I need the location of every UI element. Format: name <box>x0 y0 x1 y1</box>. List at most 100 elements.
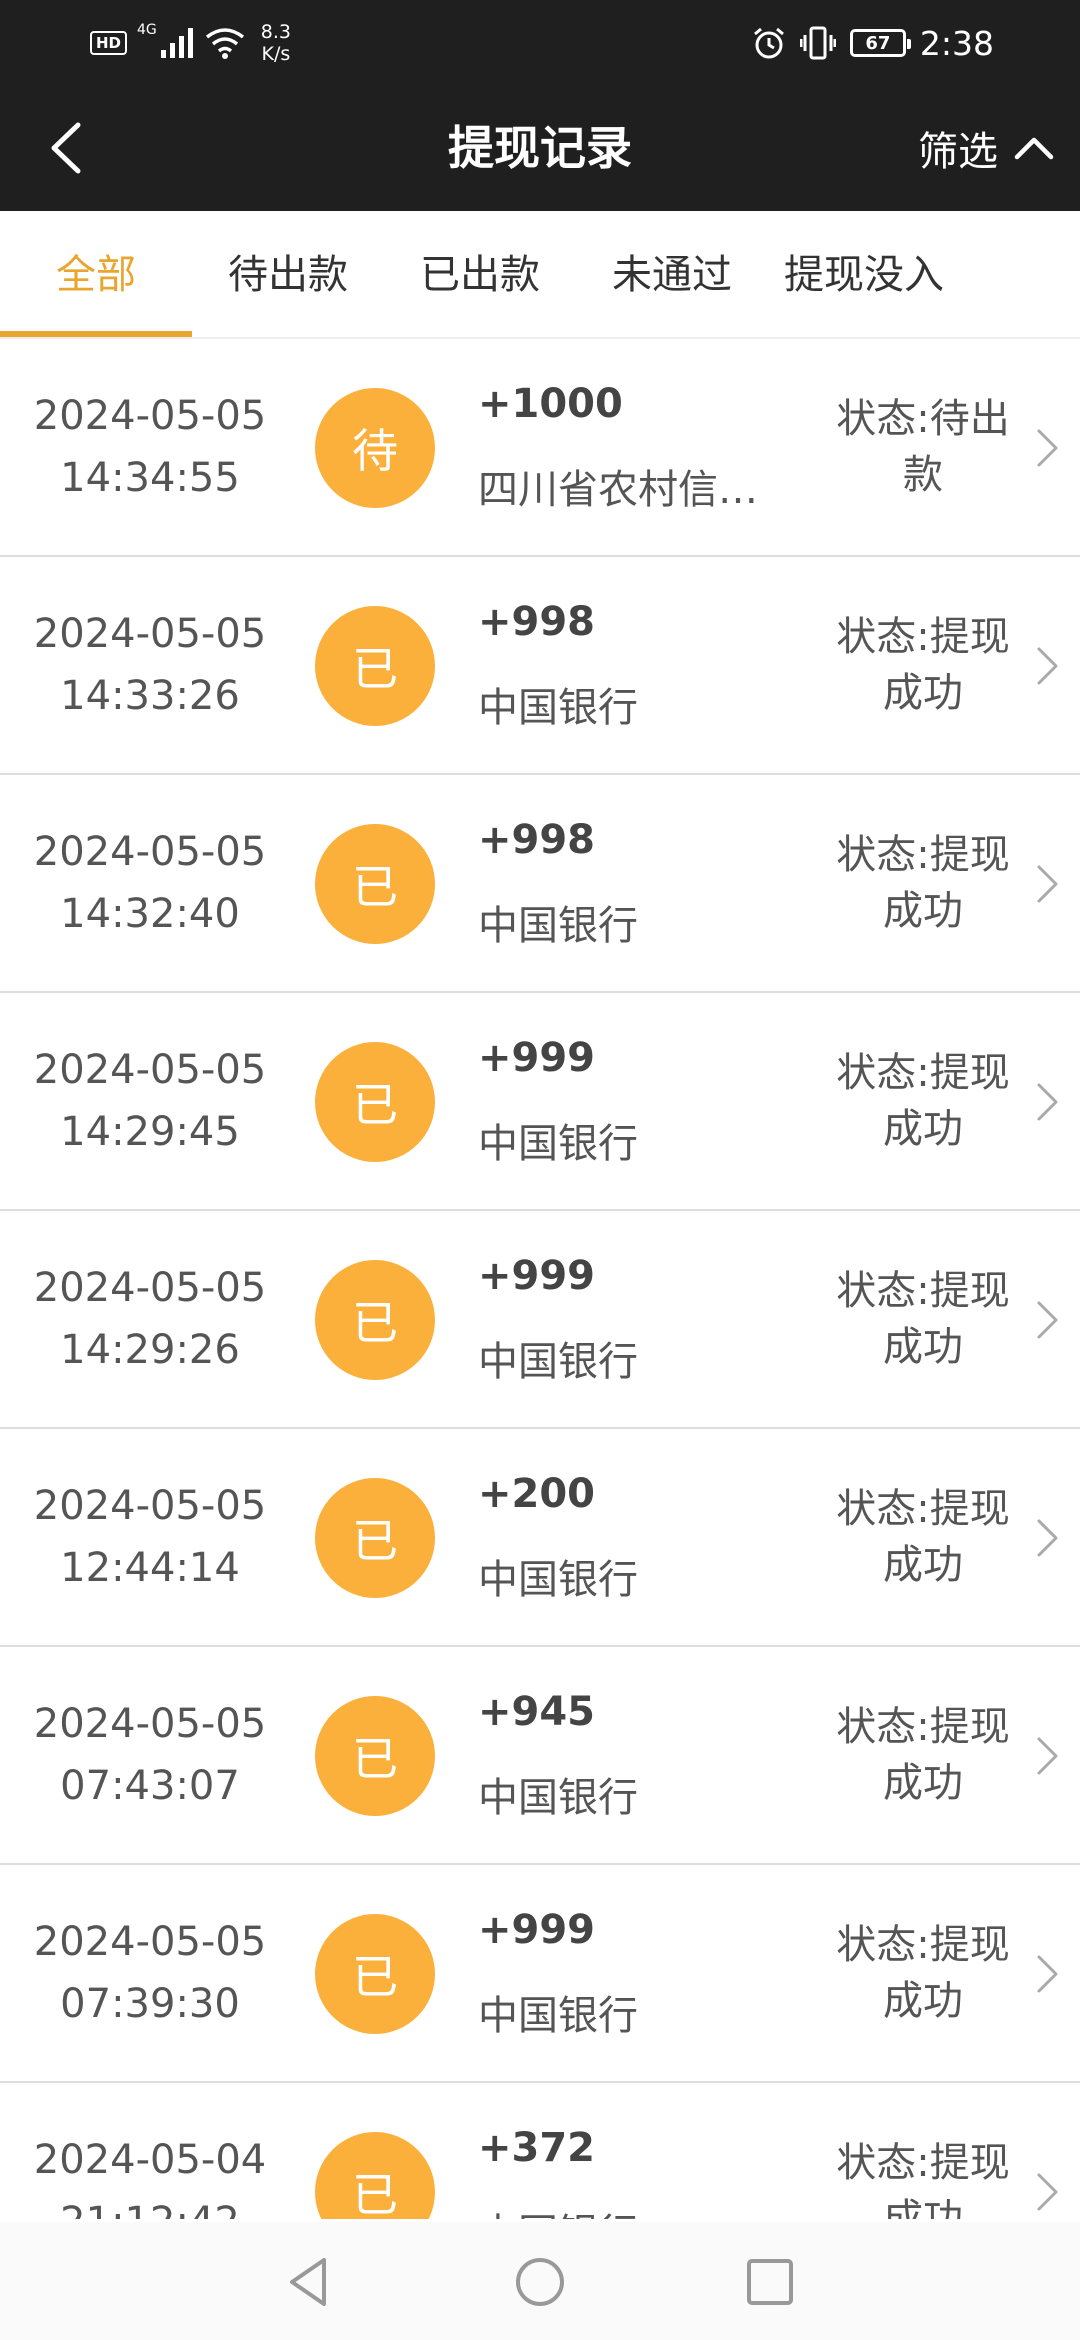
record-status: 状态:提现 成功 <box>818 1917 1028 2029</box>
record-time: 14:29:45 <box>60 1109 240 1155</box>
record-bank: 中国银行 <box>478 1121 638 1167</box>
vibrate-icon <box>799 26 836 60</box>
record-status-line2: 成功 <box>883 1760 963 1806</box>
status-badge: 已 <box>315 2132 435 2219</box>
chevron-right-icon <box>1037 647 1058 685</box>
record-status: 状态:提现 成功 <box>818 1699 1028 1811</box>
record-row[interactable]: 2024-05-04 21:12:42 已 +372 中国银行 状态:提现 成功 <box>0 2083 1080 2219</box>
record-status-line2: 成功 <box>883 1978 963 2024</box>
record-status: 状态:提现 成功 <box>818 1481 1028 1593</box>
record-date: 2024-05-05 <box>33 1919 267 1965</box>
record-status-line2: 成功 <box>883 2196 963 2219</box>
record-status-line1: 状态:提现 <box>836 1050 1010 1096</box>
record-time: 14:29:26 <box>60 1327 240 1373</box>
tab-indicator <box>0 331 192 337</box>
record-row[interactable]: 2024-05-05 07:43:07 已 +945 中国银行 状态:提现 成功 <box>0 1647 1080 1865</box>
battery-icon: 67 <box>849 29 911 57</box>
record-amount: +200 <box>478 1471 596 1517</box>
clock: 2:38 <box>919 23 994 63</box>
record-row[interactable]: 2024-05-05 14:32:40 已 +998 中国银行 状态:提现 成功 <box>0 775 1080 993</box>
chevron-right-icon <box>1037 865 1058 903</box>
record-status-line1: 状态:提现 <box>836 1922 1010 1968</box>
record-amount: +999 <box>478 1907 596 1953</box>
record-status-line1: 状态:提现 <box>836 1704 1010 1750</box>
status-badge: 已 <box>315 1042 435 1162</box>
chevron-right-icon <box>1037 429 1058 467</box>
status-badge: 已 <box>315 1696 435 1816</box>
record-amount: +372 <box>478 2125 596 2171</box>
tab-rejected[interactable]: 未通过 <box>576 211 768 339</box>
tab-pending[interactable]: 待出款 <box>192 211 384 339</box>
status-left: HD 4G 8.3 K/s <box>90 18 291 68</box>
status-badge: 待 <box>315 388 435 508</box>
status-badge: 已 <box>315 824 435 944</box>
record-date: 2024-05-05 <box>33 829 267 875</box>
record-status-line1: 状态:提现 <box>836 1486 1010 1532</box>
back-button[interactable] <box>30 113 100 183</box>
tab-not-credited[interactable]: 提现没入 <box>768 211 960 339</box>
record-amount: +998 <box>478 599 596 645</box>
record-time: 14:34:55 <box>60 455 240 501</box>
record-status-line1: 状态:提现 <box>836 832 1010 878</box>
filter-button[interactable]: 筛选 <box>918 113 1054 183</box>
record-datetime: 2024-05-05 14:33:26 <box>20 603 280 727</box>
status-badge: 已 <box>315 1914 435 2034</box>
record-date: 2024-05-04 <box>33 2137 267 2183</box>
chevron-left-icon <box>51 122 81 174</box>
record-date: 2024-05-05 <box>33 1047 267 1093</box>
record-amount: +1000 <box>478 381 623 427</box>
record-datetime: 2024-05-05 14:29:26 <box>20 1257 280 1381</box>
record-status: 状态:提现 成功 <box>818 609 1028 721</box>
record-bank: 中国银行 <box>478 1557 638 1603</box>
record-datetime: 2024-05-05 14:29:45 <box>20 1039 280 1163</box>
speed-value: 8.3 <box>260 21 291 43</box>
chevron-right-icon <box>1037 2173 1058 2211</box>
record-status-line1: 状态:提现 <box>836 1268 1010 1314</box>
record-status-line2: 成功 <box>883 670 963 716</box>
tab-all[interactable]: 全部 <box>0 211 192 339</box>
record-status-line2: 成功 <box>883 1106 963 1152</box>
record-date: 2024-05-05 <box>33 1265 267 1311</box>
record-row[interactable]: 2024-05-05 07:39:30 已 +999 中国银行 状态:提现 成功 <box>0 1865 1080 2083</box>
chevron-up-icon <box>1014 137 1054 160</box>
record-status-line1: 状态:提现 <box>836 2140 1010 2186</box>
record-time: 07:39:30 <box>60 1981 240 2027</box>
nav-bar: 提现记录 筛选 <box>0 85 1080 211</box>
circle-home-icon[interactable] <box>510 2252 570 2312</box>
wifi-icon <box>205 28 244 59</box>
record-row[interactable]: 2024-05-05 12:44:14 已 +200 中国银行 状态:提现 成功 <box>0 1429 1080 1647</box>
chevron-right-icon <box>1037 1519 1058 1557</box>
tab-bar: 全部 待出款 已出款 未通过 提现没入 <box>0 211 1080 339</box>
record-datetime: 2024-05-04 21:12:42 <box>20 2129 280 2219</box>
record-datetime: 2024-05-05 07:43:07 <box>20 1693 280 1817</box>
record-row[interactable]: 2024-05-05 14:29:26 已 +999 中国银行 状态:提现 成功 <box>0 1211 1080 1429</box>
record-date: 2024-05-05 <box>33 1483 267 1529</box>
record-date: 2024-05-05 <box>33 611 267 657</box>
record-status: 状态:提现 成功 <box>818 827 1028 939</box>
record-status-line2: 款 <box>903 452 943 498</box>
triangle-back-icon[interactable] <box>280 2252 340 2312</box>
record-time: 12:44:14 <box>60 1545 240 1591</box>
record-bank: 中国银行 <box>478 1993 638 2039</box>
filter-label: 筛选 <box>918 129 998 175</box>
record-status-line2: 成功 <box>883 1324 963 1370</box>
tab-paid[interactable]: 已出款 <box>384 211 576 339</box>
record-bank: 四川省农村信… <box>478 467 758 513</box>
record-list[interactable]: 2024-05-05 14:34:55 待 +1000 四川省农村信… 状态:待… <box>0 339 1080 2219</box>
status-bar: HD 4G 8.3 K/s 67 2:38 <box>0 0 1080 85</box>
record-date: 2024-05-05 <box>33 393 267 439</box>
record-status: 状态:提现 成功 <box>818 1045 1028 1157</box>
record-datetime: 2024-05-05 12:44:14 <box>20 1475 280 1599</box>
record-datetime: 2024-05-05 14:32:40 <box>20 821 280 945</box>
alarm-icon <box>753 27 784 59</box>
square-recent-icon[interactable] <box>740 2252 800 2312</box>
chevron-right-icon <box>1037 1083 1058 1121</box>
record-status: 状态:待出 款 <box>818 391 1028 503</box>
record-row[interactable]: 2024-05-05 14:34:55 待 +1000 四川省农村信… 状态:待… <box>0 339 1080 557</box>
record-row[interactable]: 2024-05-05 14:33:26 已 +998 中国银行 状态:提现 成功 <box>0 557 1080 775</box>
record-row[interactable]: 2024-05-05 14:29:45 已 +999 中国银行 状态:提现 成功 <box>0 993 1080 1211</box>
record-status-line1: 状态:待出 <box>836 396 1010 442</box>
system-nav-bar <box>0 2222 1080 2340</box>
signal-icon <box>160 28 193 58</box>
record-bank: 中国银行 <box>478 903 638 949</box>
